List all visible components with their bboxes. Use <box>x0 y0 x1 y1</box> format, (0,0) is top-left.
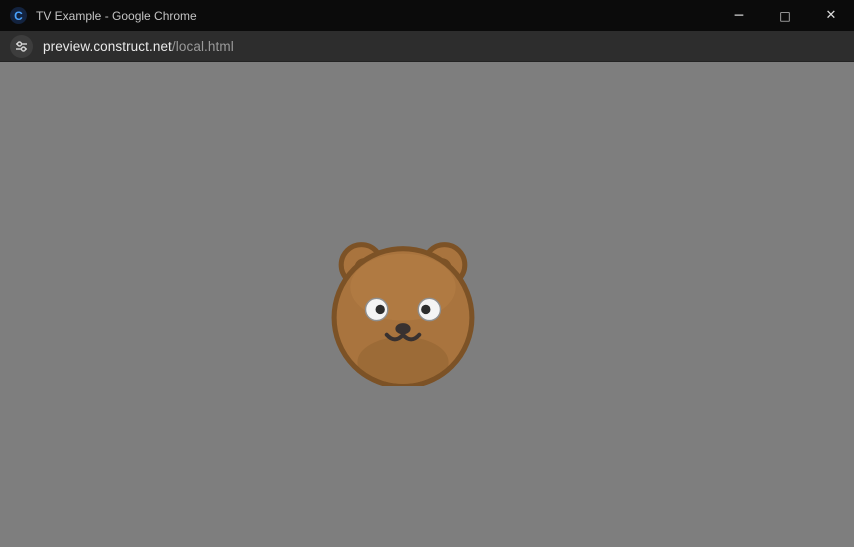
address-bar: preview.construct.net/local.html <box>0 31 854 62</box>
bear-face-sprite <box>327 238 479 386</box>
maximize-button[interactable]: □ <box>762 0 808 31</box>
browser-window: C TV Example - Google Chrome ─ □ ✕ previ… <box>0 0 854 547</box>
content-canvas[interactable] <box>0 62 854 547</box>
close-button[interactable]: ✕ <box>808 0 854 31</box>
tune-icon-glyph <box>15 40 28 53</box>
window-title: TV Example - Google Chrome <box>36 9 197 23</box>
construct-logo-icon: C <box>10 7 27 24</box>
window-controls: ─ □ ✕ <box>716 0 854 31</box>
minimize-button[interactable]: ─ <box>716 0 762 31</box>
url-path: /local.html <box>172 39 234 54</box>
url-text[interactable]: preview.construct.net/local.html <box>43 39 234 54</box>
tune-icon[interactable] <box>10 35 33 58</box>
url-host: preview.construct.net <box>43 39 172 54</box>
titlebar: C TV Example - Google Chrome ─ □ ✕ <box>0 0 854 31</box>
